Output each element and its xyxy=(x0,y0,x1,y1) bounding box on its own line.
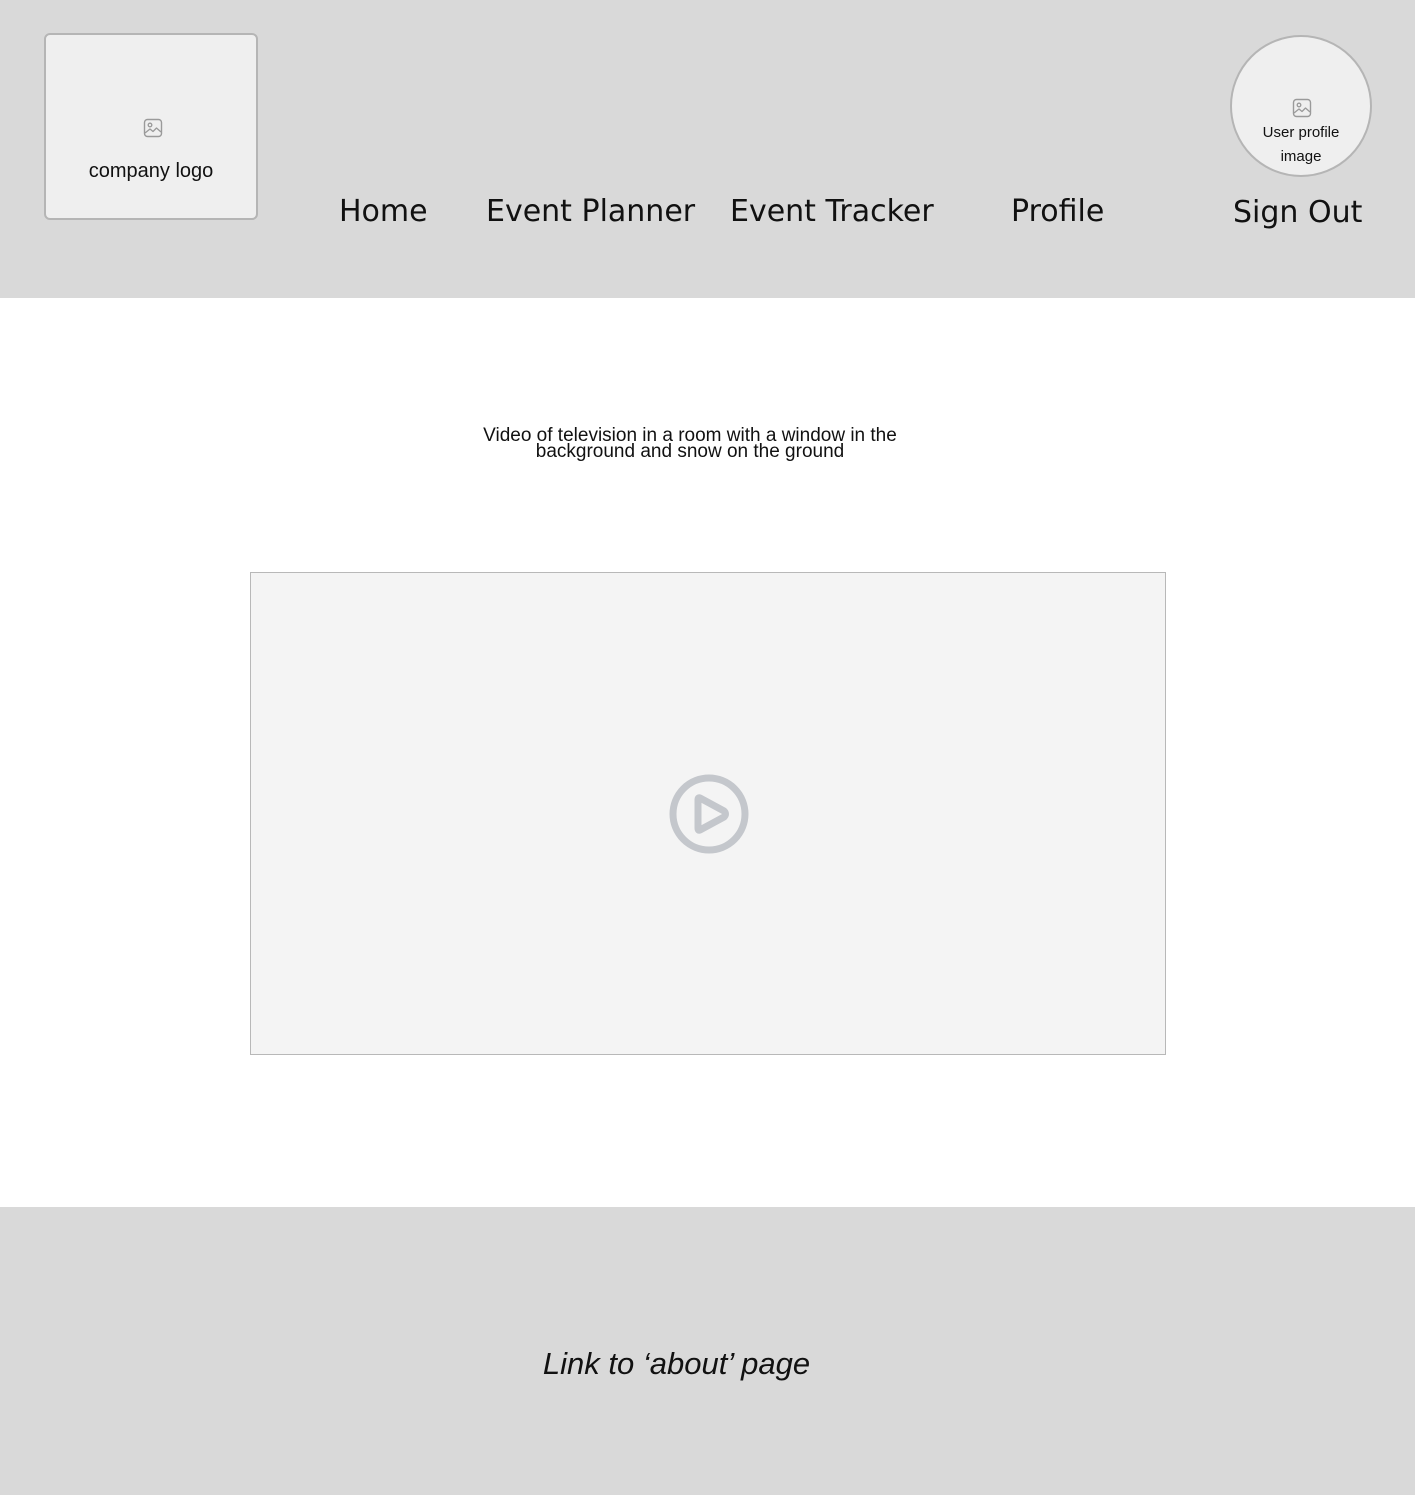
company-logo-label: company logo xyxy=(88,160,214,182)
nav-profile[interactable]: Profile xyxy=(1011,192,1104,232)
nav-home[interactable]: Home xyxy=(339,192,428,232)
image-placeholder-icon xyxy=(1292,98,1312,118)
nav-event-tracker[interactable]: Event Tracker xyxy=(730,192,934,232)
video-player[interactable] xyxy=(250,572,1166,1055)
about-page-link[interactable]: Link to ‘about’ page xyxy=(0,1346,1415,1382)
sign-out-button[interactable]: Sign Out xyxy=(1233,193,1362,233)
user-profile-image[interactable]: User profile image xyxy=(1230,35,1372,177)
image-placeholder-icon xyxy=(143,118,163,138)
video-caption: Video of television in a room with a win… xyxy=(440,426,940,462)
header: company logo Home Event Planner Event Tr… xyxy=(0,0,1415,298)
play-icon[interactable] xyxy=(668,773,750,855)
video-caption-line: background and snow on the ground xyxy=(535,441,845,462)
nav-event-planner[interactable]: Event Planner xyxy=(486,192,695,232)
footer: Link to ‘about’ page xyxy=(0,1207,1415,1495)
user-profile-image-label: User profile image xyxy=(1262,124,1340,165)
company-logo[interactable]: company logo xyxy=(44,33,258,220)
